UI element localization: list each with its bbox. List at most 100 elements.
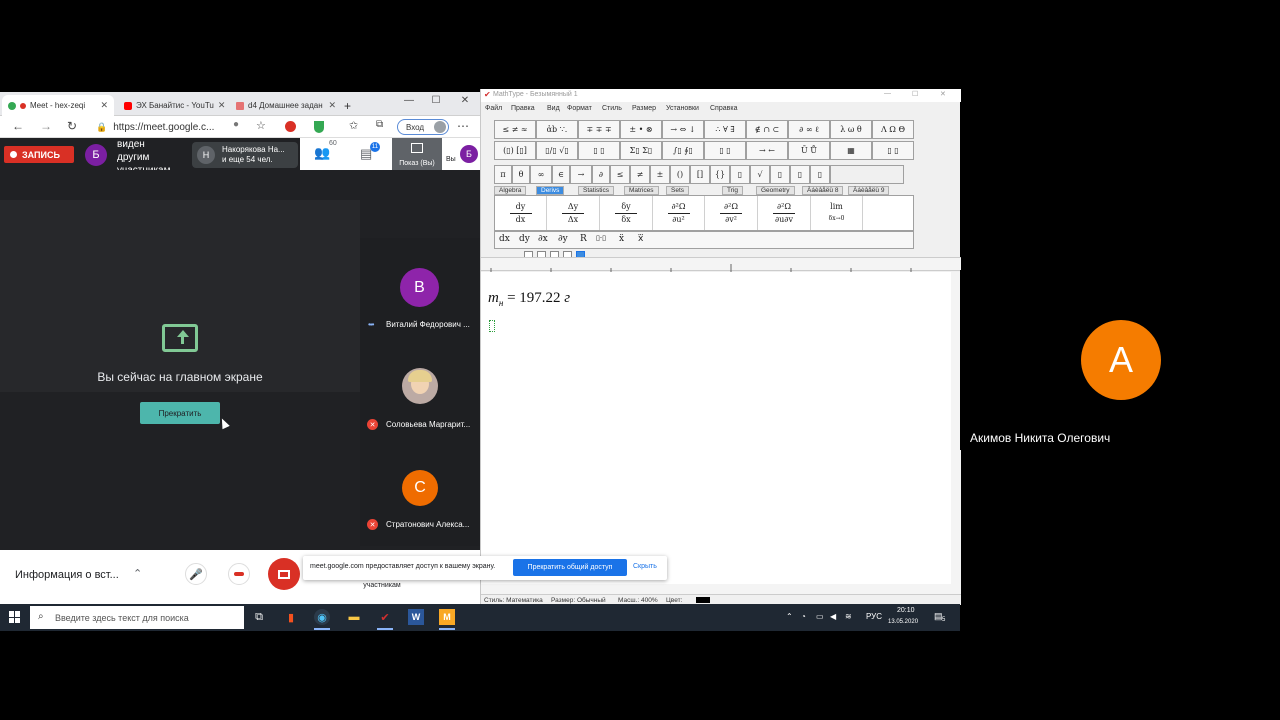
template-superscript[interactable]: ▯ [770, 165, 790, 184]
url-field[interactable]: 🔒 https://meet.google.c... [96, 119, 276, 135]
microphone-icon[interactable]: ● [233, 119, 239, 130]
maximize-button[interactable]: ☐ [429, 95, 443, 106]
insertion-slot[interactable] [489, 320, 495, 332]
back-arrow-icon[interactable]: ← [12, 119, 24, 133]
adblock-icon[interactable] [285, 121, 296, 132]
template-variation[interactable]: δy δx [600, 196, 653, 230]
template-dot-product[interactable]: ▯·▯ [596, 234, 606, 242]
menu-style[interactable]: Стиль [602, 105, 622, 112]
template-partial-v[interactable]: ∂²Ω ∂v² [705, 196, 758, 230]
close-window-button[interactable]: ✕ [458, 95, 472, 106]
palette-bars[interactable]: ▯ ▯ [704, 141, 746, 160]
camera-off-button[interactable] [268, 558, 300, 590]
template-dy[interactable]: dy [519, 234, 530, 244]
word-app-icon[interactable]: W [408, 609, 424, 625]
tab-sets[interactable]: Sets [666, 186, 690, 195]
collections-icon[interactable]: ⧉ [376, 119, 383, 130]
edge-browser-icon[interactable]: ◉ [314, 609, 330, 630]
language-indicator[interactable]: РУС [866, 612, 882, 621]
battery-icon[interactable]: ▭ [816, 612, 824, 621]
reload-icon[interactable]: ↻ [67, 119, 77, 133]
color-swatch[interactable] [696, 597, 710, 603]
minimize-button[interactable]: — [402, 95, 416, 106]
template-subscript[interactable]: ▯ [790, 165, 810, 184]
palette-sums[interactable]: Σ▯ Σ▯ [620, 141, 662, 160]
template-partial-x[interactable]: ∂x [538, 234, 548, 244]
menu-view[interactable]: Вид [547, 105, 560, 112]
close-icon[interactable]: ✕ [328, 100, 336, 111]
stop-sharing-button[interactable]: Прекратить общий доступ [513, 559, 627, 576]
task-view-icon[interactable]: ⧉ [251, 609, 267, 625]
palette-scripts[interactable]: ▯ ▯ [578, 141, 620, 160]
menu-format[interactable]: Формат [567, 105, 592, 112]
minimize-button[interactable]: — [884, 90, 891, 97]
palette-greek-upper[interactable]: Λ Ω Θ [872, 120, 914, 139]
tab-statistics[interactable]: Statistics [578, 186, 615, 195]
palette-products[interactable]: Ū Ů [788, 141, 830, 160]
symbol-arrow[interactable]: → [570, 165, 592, 184]
palette-embellish[interactable]: ∓ ∓ ∓ [578, 120, 620, 139]
taskbar-search-input[interactable]: ⌕ Введите здесь текст для поиска [30, 606, 244, 629]
symbol-pi[interactable]: π [494, 165, 512, 184]
wifi-icon[interactable]: ≋ [845, 612, 852, 621]
horizontal-scrollbar[interactable] [481, 584, 961, 594]
symbol-leq[interactable]: ≤ [610, 165, 630, 184]
hide-button[interactable]: Скрыть [633, 563, 657, 570]
tab-geometry[interactable]: Geometry [756, 186, 795, 195]
palette-greek-lower[interactable]: λ ω θ [830, 120, 872, 139]
template-partial-uv[interactable]: ∂²Ω ∂u∂v [758, 196, 811, 230]
template-dx[interactable]: dx [499, 234, 510, 244]
palette-fences[interactable]: (▯) [▯] [494, 141, 536, 160]
more-menu-icon[interactable]: ⋯ [457, 119, 469, 133]
template-dddot[interactable]: x⃛ [638, 234, 643, 244]
shield-icon[interactable] [314, 121, 324, 133]
menu-edit[interactable]: Правка [511, 105, 535, 112]
new-tab-button[interactable]: + [344, 95, 362, 116]
palette-matrices[interactable]: ▦ [830, 141, 872, 160]
tab-youtube[interactable]: ЭХ Банайтис - YouTu ✕ [118, 95, 228, 116]
palette-arrows[interactable]: → ⇔ ↓ [662, 120, 704, 139]
palette-labeled-arrows[interactable]: → ← [746, 141, 788, 160]
symbol-element[interactable]: ∈ [552, 165, 570, 184]
close-icon[interactable]: ✕ [218, 100, 226, 111]
template-ddot[interactable]: ẍ [619, 234, 624, 244]
template-braces[interactable]: {} [710, 165, 730, 184]
windows-start-icon[interactable] [9, 611, 21, 623]
self-avatar[interactable]: Б [460, 145, 478, 163]
chevron-up-icon[interactable]: ⌃ [133, 567, 142, 580]
favorites-icon[interactable]: ✩ [349, 119, 358, 132]
template-partial-u[interactable]: ∂²Ω ∂u² [653, 196, 705, 230]
file-explorer-icon[interactable]: ▬ [346, 609, 362, 625]
clock-time[interactable]: 20:10 [897, 607, 915, 614]
template-delta[interactable]: Δy Δx [547, 196, 600, 230]
menu-help[interactable]: Справка [710, 105, 737, 112]
palette-misc[interactable]: ∂ ∞ ℓ [788, 120, 830, 139]
palette-integrals[interactable]: ∫▯ ∮▯ [662, 141, 704, 160]
template-brackets[interactable]: [] [690, 165, 710, 184]
signin-button[interactable]: Вход [397, 119, 449, 135]
palette-boxes[interactable]: ▯ ▯ [872, 141, 914, 160]
palette-sets[interactable]: ∉ ∩ ⊂ [746, 120, 788, 139]
palette-logic[interactable]: ∴ ∀ ∃ [704, 120, 746, 139]
menu-file[interactable]: Файл [485, 105, 502, 112]
mathcad-app-icon[interactable]: M [439, 609, 455, 630]
template-partial-y[interactable]: ∂y [558, 234, 568, 244]
maximize-button[interactable]: ☐ [912, 90, 918, 98]
people-icon[interactable]: 👥 [314, 145, 330, 161]
tray-chevron-icon[interactable]: ⌃ [786, 612, 793, 621]
tab-homework[interactable]: d4 Домашнее задан ✕ [230, 95, 342, 116]
menu-preferences[interactable]: Установки [666, 105, 699, 112]
microphone-button[interactable]: 🎤 [185, 563, 207, 585]
menu-size[interactable]: Размер [632, 105, 656, 112]
palette-operators[interactable]: ± • ⊗ [620, 120, 662, 139]
forward-arrow-icon[interactable]: → [40, 119, 52, 133]
tab-tab8[interactable]: Àáèâåëü 8 [802, 186, 844, 195]
close-window-button[interactable]: ✕ [940, 90, 946, 98]
palette-fractions[interactable]: ▯/▯ √▯ [536, 141, 578, 160]
symbol-infinity[interactable]: ∞ [530, 165, 552, 184]
clock-date[interactable]: 13.05.2020 [888, 619, 918, 625]
template-subsup[interactable]: ▯ [810, 165, 830, 184]
equation-editor-canvas[interactable]: mн = 197.22 г [481, 272, 951, 584]
tab-meet[interactable]: Meet - hex-zeqi ✕ [2, 95, 114, 116]
template-dy-dx[interactable]: dy dx [495, 196, 547, 230]
